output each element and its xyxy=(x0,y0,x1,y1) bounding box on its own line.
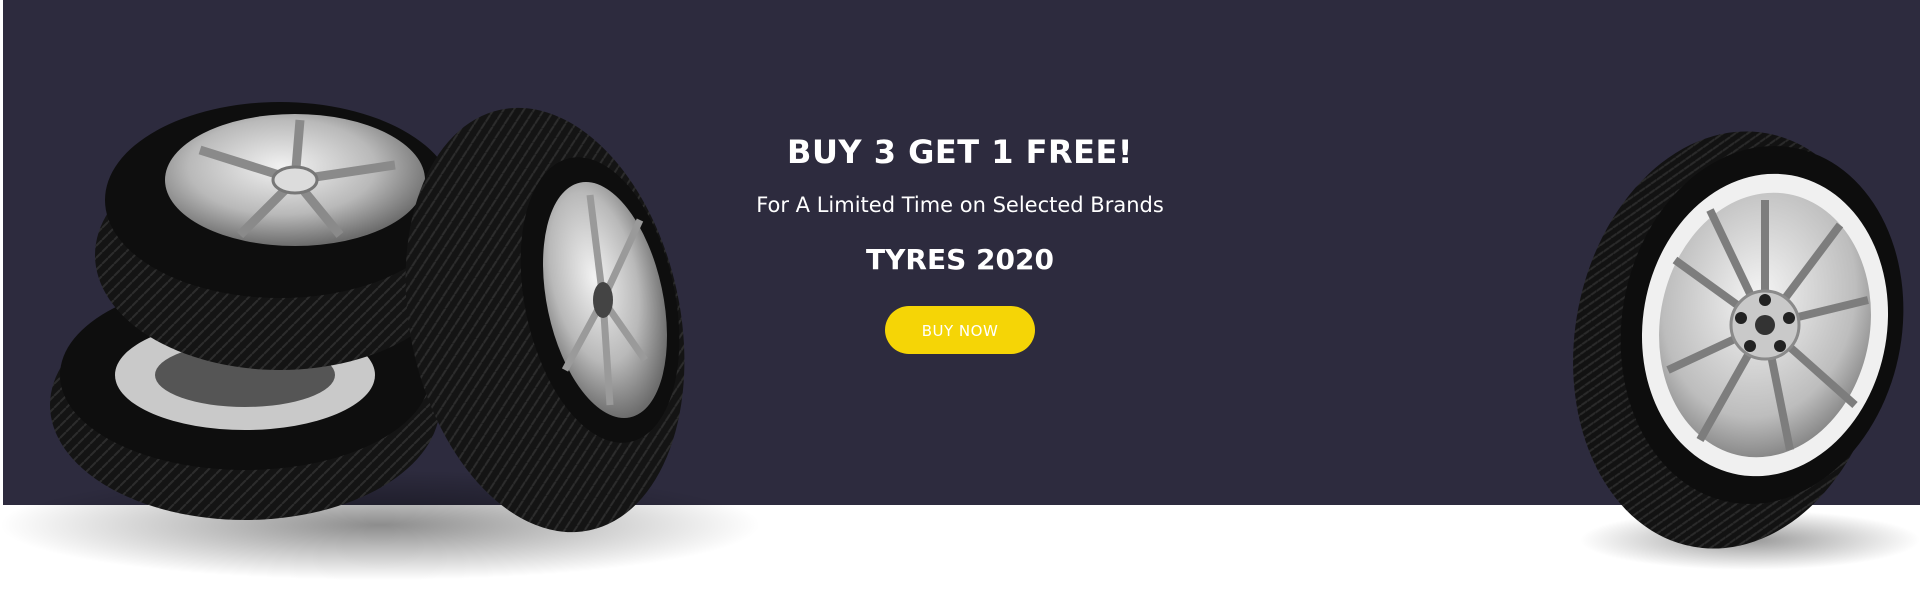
promo-product-title: TYRES 2020 xyxy=(866,243,1054,276)
stacked-tyres-image xyxy=(0,0,760,592)
promo-subline: For A Limited Time on Selected Brands xyxy=(756,193,1164,217)
single-tyre-image xyxy=(1500,0,1920,592)
promo-banner: BUY 3 GET 1 FREE! For A Limited Time on … xyxy=(0,0,1920,592)
promo-content: BUY 3 GET 1 FREE! For A Limited Time on … xyxy=(660,130,1260,354)
promo-headline: BUY 3 GET 1 FREE! xyxy=(787,133,1133,171)
buy-now-button[interactable]: BUY NOW xyxy=(885,306,1035,354)
